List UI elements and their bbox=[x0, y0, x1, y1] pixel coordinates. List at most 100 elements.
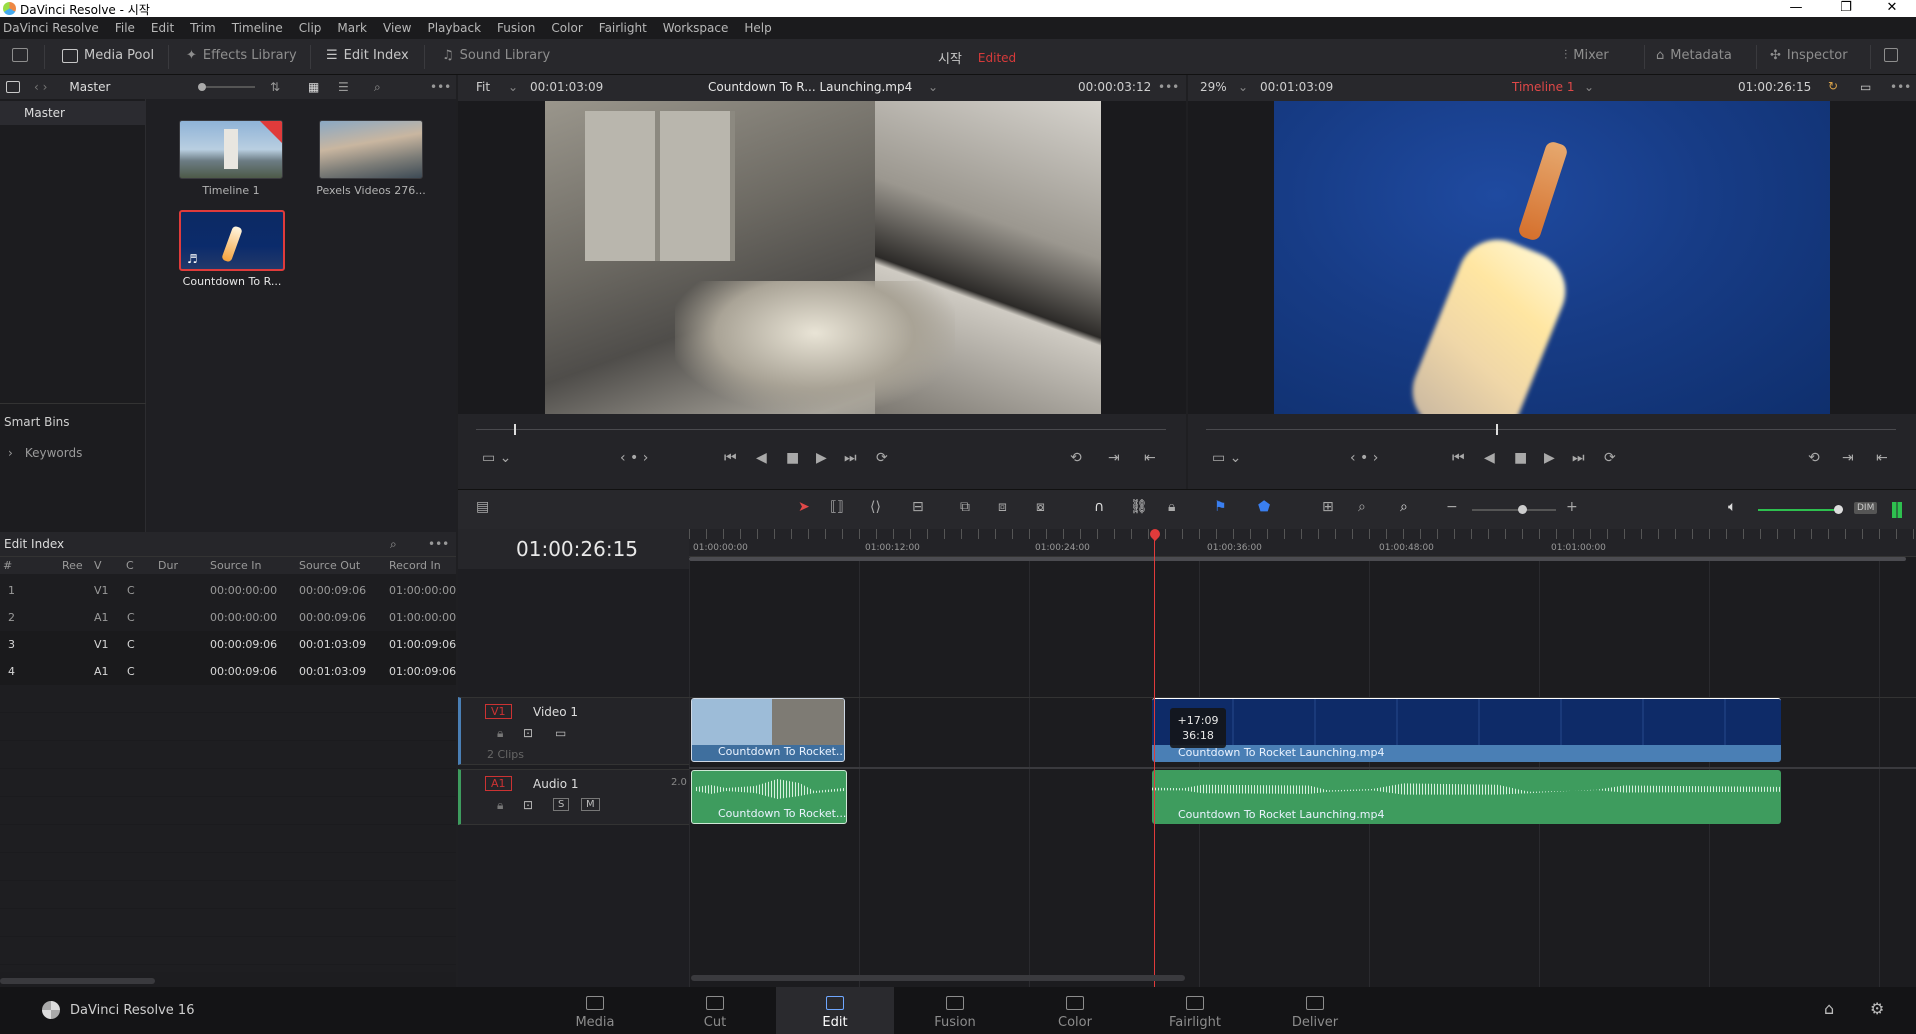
column-header[interactable]: Record In bbox=[389, 559, 441, 572]
sidebar-toggle-icon[interactable] bbox=[6, 81, 20, 93]
mute-button[interactable]: M bbox=[581, 798, 600, 811]
source-scrubber[interactable] bbox=[476, 429, 1166, 430]
sound-library-button[interactable]: ♫ Sound Library bbox=[442, 48, 550, 63]
solo-button[interactable]: S bbox=[553, 798, 570, 811]
mark-out-icon[interactable]: ⇤ bbox=[1876, 450, 1888, 466]
match-frame-icon[interactable]: ⟲ bbox=[1070, 450, 1082, 466]
timeline-audio-clip[interactable]: Countdown To Rocket Launching.mp4 bbox=[1152, 770, 1781, 824]
more-options-icon[interactable]: ••• bbox=[1158, 80, 1179, 94]
mark-out-icon[interactable]: ⇤ bbox=[1144, 450, 1156, 466]
page-tab-fairlight[interactable]: Fairlight bbox=[1136, 987, 1254, 1034]
page-tab-cut[interactable]: Cut bbox=[656, 987, 774, 1034]
chevron-down-icon[interactable]: ⌄ bbox=[1584, 80, 1594, 94]
dynamic-trim-icon[interactable]: ⟨⟩ bbox=[870, 499, 881, 515]
expand-toggle[interactable] bbox=[1884, 48, 1898, 62]
go-to-start-icon[interactable]: ⏮ bbox=[724, 450, 737, 466]
position-lock-icon[interactable]: 🔒︎ bbox=[1168, 499, 1175, 515]
volume-knob[interactable] bbox=[1834, 505, 1843, 514]
overwrite-clip-icon[interactable]: ⧈ bbox=[998, 499, 1007, 515]
menu-workspace[interactable]: Workspace bbox=[663, 21, 729, 35]
media-clip-thumbnail[interactable] bbox=[179, 120, 283, 179]
playhead-line[interactable] bbox=[1154, 535, 1155, 987]
viewer-layout-icon[interactable]: ▭ bbox=[1860, 80, 1871, 94]
sync-icon[interactable]: ↻ bbox=[1828, 79, 1838, 93]
trim-tool-icon[interactable]: ⟦⟧ bbox=[830, 499, 844, 515]
go-to-start-icon[interactable]: ⏮ bbox=[1452, 450, 1465, 466]
menu-clip[interactable]: Clip bbox=[299, 21, 322, 35]
column-header[interactable]: # bbox=[3, 559, 12, 572]
menu-playback[interactable]: Playback bbox=[427, 21, 481, 35]
insert-clip-icon[interactable]: ⧉ bbox=[960, 499, 970, 515]
page-tab-edit[interactable]: Edit bbox=[776, 987, 894, 1034]
bin-master[interactable]: Master bbox=[0, 101, 146, 125]
keywords-bin[interactable]: › Keywords bbox=[8, 446, 82, 460]
dim-button[interactable]: DIM bbox=[1854, 502, 1878, 514]
menu-trim[interactable]: Trim bbox=[190, 21, 216, 35]
volume-icon[interactable]: 🔈︎ bbox=[1728, 499, 1736, 515]
timeline-viewer[interactable] bbox=[1188, 101, 1916, 414]
sort-icon[interactable]: ⇅ bbox=[270, 80, 280, 94]
chevron-down-icon[interactable]: ⌄ bbox=[928, 80, 938, 94]
media-clip-thumbnail[interactable] bbox=[319, 120, 423, 179]
column-header[interactable]: Source In bbox=[210, 559, 262, 572]
more-options-icon[interactable]: ••• bbox=[1890, 80, 1911, 94]
snapping-icon[interactable]: ∩ bbox=[1094, 499, 1104, 515]
jog-control-icon[interactable]: ‹ • › bbox=[1350, 450, 1378, 466]
metadata-button[interactable]: ⌂ Metadata bbox=[1656, 48, 1732, 63]
edit-index-row[interactable]: 3 V1 C 00:00:09:06 00:01:03:09 01:00:09:06 bbox=[0, 631, 456, 658]
stop-icon[interactable]: ■ bbox=[1514, 450, 1527, 466]
replace-clip-icon[interactable]: ⧇ bbox=[1036, 499, 1045, 515]
page-tab-deliver[interactable]: Deliver bbox=[1256, 987, 1374, 1034]
go-to-end-icon[interactable]: ⏭ bbox=[844, 450, 857, 466]
loop-icon[interactable]: ⟳ bbox=[1604, 450, 1616, 466]
media-clip-thumbnail-selected[interactable]: ♬ bbox=[179, 210, 285, 271]
lock-icon[interactable]: 🔒︎ bbox=[497, 726, 503, 741]
viewer-mode-icon[interactable]: ▭ ⌄ bbox=[1212, 450, 1241, 466]
minimize-icon[interactable]: — bbox=[1776, 0, 1816, 15]
search-icon[interactable]: ⌕ bbox=[390, 537, 397, 552]
home-icon[interactable]: ⌂ bbox=[1824, 999, 1834, 1018]
full-extent-zoom-icon[interactable]: ⊞ bbox=[1322, 499, 1334, 515]
timeline-ruler[interactable]: 01:00:00:00 01:00:12:00 01:00:24:00 01:0… bbox=[689, 529, 1916, 557]
audio-track-header[interactable]: A1 Audio 1 2.0 🔒︎ ⊡ S M bbox=[458, 769, 689, 825]
restore-icon[interactable]: ❐ bbox=[1826, 0, 1866, 15]
video-track-header[interactable]: V1 Video 1 🔒︎ ⊡ ▭ 2 Clips bbox=[458, 697, 689, 765]
menu-edit[interactable]: Edit bbox=[151, 21, 174, 35]
play-reverse-icon[interactable]: ◀ bbox=[756, 450, 767, 466]
edit-index-button[interactable]: ☰ Edit Index bbox=[326, 48, 409, 63]
play-reverse-icon[interactable]: ◀ bbox=[1484, 450, 1495, 466]
monitor-toggle[interactable] bbox=[12, 48, 28, 62]
edit-index-row[interactable]: 4 A1 C 00:00:09:06 00:01:03:09 01:00:09:06 bbox=[0, 658, 456, 685]
mixer-button[interactable]: ⫶ Mixer bbox=[1564, 48, 1609, 63]
mark-in-icon[interactable]: ⇥ bbox=[1842, 450, 1854, 466]
source-viewer[interactable] bbox=[458, 101, 1186, 414]
timeline-zoom-dropdown[interactable]: 29% bbox=[1200, 80, 1227, 94]
marker-icon[interactable]: ⬟ bbox=[1258, 499, 1270, 515]
match-frame-icon[interactable]: ⟲ bbox=[1808, 450, 1820, 466]
play-icon[interactable]: ▶ bbox=[816, 450, 827, 466]
more-options-icon[interactable]: ••• bbox=[430, 80, 451, 94]
menu-help[interactable]: Help bbox=[744, 21, 771, 35]
list-view-icon[interactable]: ☰ bbox=[338, 80, 349, 94]
track-id[interactable]: V1 bbox=[485, 704, 512, 719]
effects-library-button[interactable]: ✦ Effects Library bbox=[186, 48, 297, 63]
loop-icon[interactable]: ⟳ bbox=[876, 450, 888, 466]
gear-icon[interactable]: ⚙ bbox=[1870, 999, 1884, 1018]
go-to-end-icon[interactable]: ⏭ bbox=[1572, 450, 1585, 466]
column-header[interactable]: C bbox=[126, 559, 134, 572]
timeline-viewer-playhead[interactable] bbox=[1496, 424, 1498, 435]
source-clip-name[interactable]: Countdown To R... Launching.mp4 bbox=[708, 80, 912, 94]
column-header[interactable]: Dur bbox=[158, 559, 178, 572]
timeline-scrubber[interactable] bbox=[1206, 429, 1896, 430]
menu-color[interactable]: Color bbox=[551, 21, 582, 35]
edit-index-row[interactable]: 2 A1 C 00:00:00:00 00:00:09:06 01:00:00:00 bbox=[0, 604, 456, 631]
chevron-down-icon[interactable]: ⌄ bbox=[508, 80, 518, 94]
menu-davinci-resolve[interactable]: DaVinci Resolve bbox=[3, 21, 99, 35]
flag-icon[interactable]: ⚑ bbox=[1214, 499, 1227, 515]
close-icon[interactable]: ✕ bbox=[1872, 0, 1912, 15]
selection-tool-icon[interactable]: ➤ bbox=[798, 499, 810, 515]
nav-arrows-icon[interactable]: ‹ › bbox=[34, 80, 47, 94]
zoom-slider[interactable] bbox=[1472, 509, 1556, 511]
thumb-size-knob[interactable] bbox=[198, 83, 206, 91]
zoom-slider-knob[interactable] bbox=[1518, 505, 1527, 514]
